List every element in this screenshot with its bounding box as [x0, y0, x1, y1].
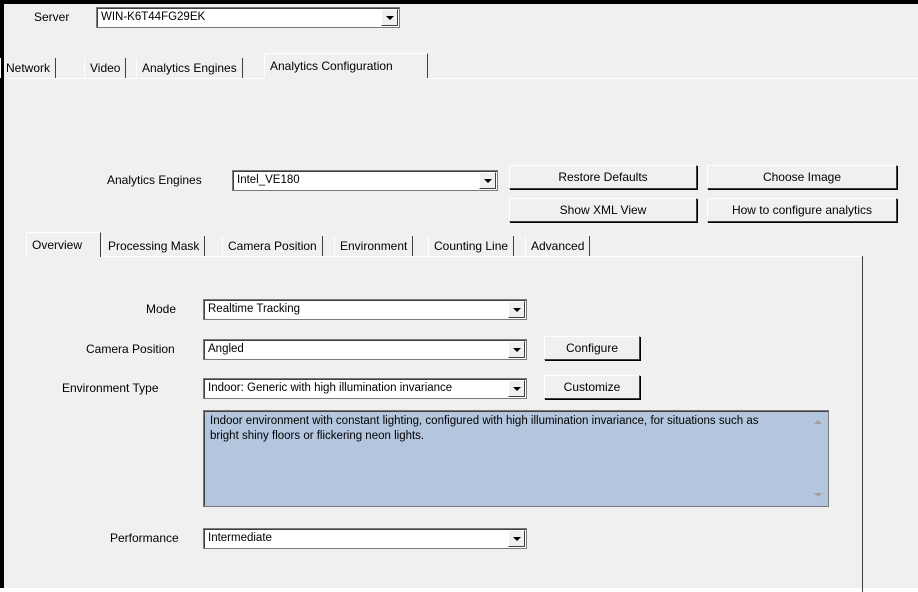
tab-network[interactable]: Network	[0, 58, 57, 78]
chevron-down-icon[interactable]	[508, 380, 525, 397]
environment-type-label: Environment Type	[62, 381, 159, 395]
server-select[interactable]: WIN-K6T44FG29EK	[96, 7, 400, 28]
mode-value: Realtime Tracking	[208, 303, 301, 315]
customize-button[interactable]: Customize	[544, 375, 640, 399]
tab-environment[interactable]: Environment	[334, 236, 414, 256]
tab-overview-label: Overview	[32, 238, 83, 252]
tab-video-label: Video	[90, 61, 121, 75]
environment-description[interactable]: Indoor environment with constant lightin…	[203, 410, 829, 507]
server-value: WIN-K6T44FG29EK	[101, 11, 206, 23]
camera-position-value: Angled	[208, 343, 244, 355]
tab-video[interactable]: Video	[84, 58, 127, 78]
chevron-down-icon[interactable]	[381, 9, 398, 26]
tab-processing-mask-label: Processing Mask	[108, 239, 200, 253]
chevron-down-icon[interactable]	[479, 172, 496, 189]
tab-analytics-configuration-label: Analytics Configuration	[270, 59, 393, 73]
scroll-up-icon[interactable]	[814, 420, 822, 424]
tab-camera-position-label: Camera Position	[228, 239, 317, 253]
configure-button[interactable]: Configure	[544, 336, 640, 360]
chevron-down-icon[interactable]	[508, 301, 525, 318]
panel-right-border	[862, 256, 863, 592]
camera-position-select[interactable]: Angled	[203, 339, 527, 360]
mode-select[interactable]: Realtime Tracking	[203, 299, 527, 320]
analytics-window: Server WIN-K6T44FG29EK Network Video Ana…	[0, 0, 918, 592]
choose-image-button[interactable]: Choose Image	[707, 165, 897, 189]
tab-divider-left	[4, 78, 264, 79]
tab-analytics-engines[interactable]: Analytics Engines	[136, 58, 243, 78]
tab-advanced-label: Advanced	[531, 239, 585, 253]
tab-analytics-configuration[interactable]: Analytics Configuration	[264, 53, 428, 78]
show-xml-view-button[interactable]: Show XML View	[509, 198, 697, 222]
environment-type-value: Indoor: Generic with high illumination i…	[208, 382, 453, 394]
tab-counting-line-label: Counting Line	[434, 239, 509, 253]
tab-counting-line[interactable]: Counting Line	[428, 236, 515, 256]
tab-network-label: Network	[6, 61, 51, 75]
camera-position-label: Camera Position	[86, 342, 175, 356]
tab-camera-position[interactable]: Camera Position	[222, 236, 323, 256]
engines-label: Analytics Engines	[107, 173, 202, 187]
tab-divider-right	[428, 78, 918, 79]
tab-analytics-engines-label: Analytics Engines	[142, 61, 237, 75]
environment-type-select[interactable]: Indoor: Generic with high illumination i…	[203, 378, 527, 399]
tab-environment-label: Environment	[340, 239, 408, 253]
subtab-divider	[101, 256, 863, 257]
performance-select[interactable]: Intermediate	[203, 528, 527, 549]
tab-overview[interactable]: Overview	[26, 232, 101, 257]
engines-select[interactable]: Intel_VE180	[232, 170, 498, 191]
tab-processing-mask[interactable]: Processing Mask	[102, 236, 206, 256]
engines-value: Intel_VE180	[237, 174, 300, 186]
scroll-down-icon[interactable]	[814, 493, 822, 497]
chevron-down-icon[interactable]	[508, 530, 525, 547]
how-to-configure-button[interactable]: How to configure analytics	[707, 198, 897, 222]
performance-value: Intermediate	[208, 532, 272, 544]
chevron-down-icon[interactable]	[508, 341, 525, 358]
mode-label: Mode	[146, 302, 177, 316]
description-scrollbar[interactable]	[810, 412, 827, 505]
server-label: Server	[34, 10, 70, 24]
performance-label: Performance	[110, 531, 179, 545]
environment-description-text: Indoor environment with constant lightin…	[210, 415, 759, 442]
tab-advanced[interactable]: Advanced	[525, 236, 591, 256]
restore-defaults-button[interactable]: Restore Defaults	[509, 165, 697, 189]
